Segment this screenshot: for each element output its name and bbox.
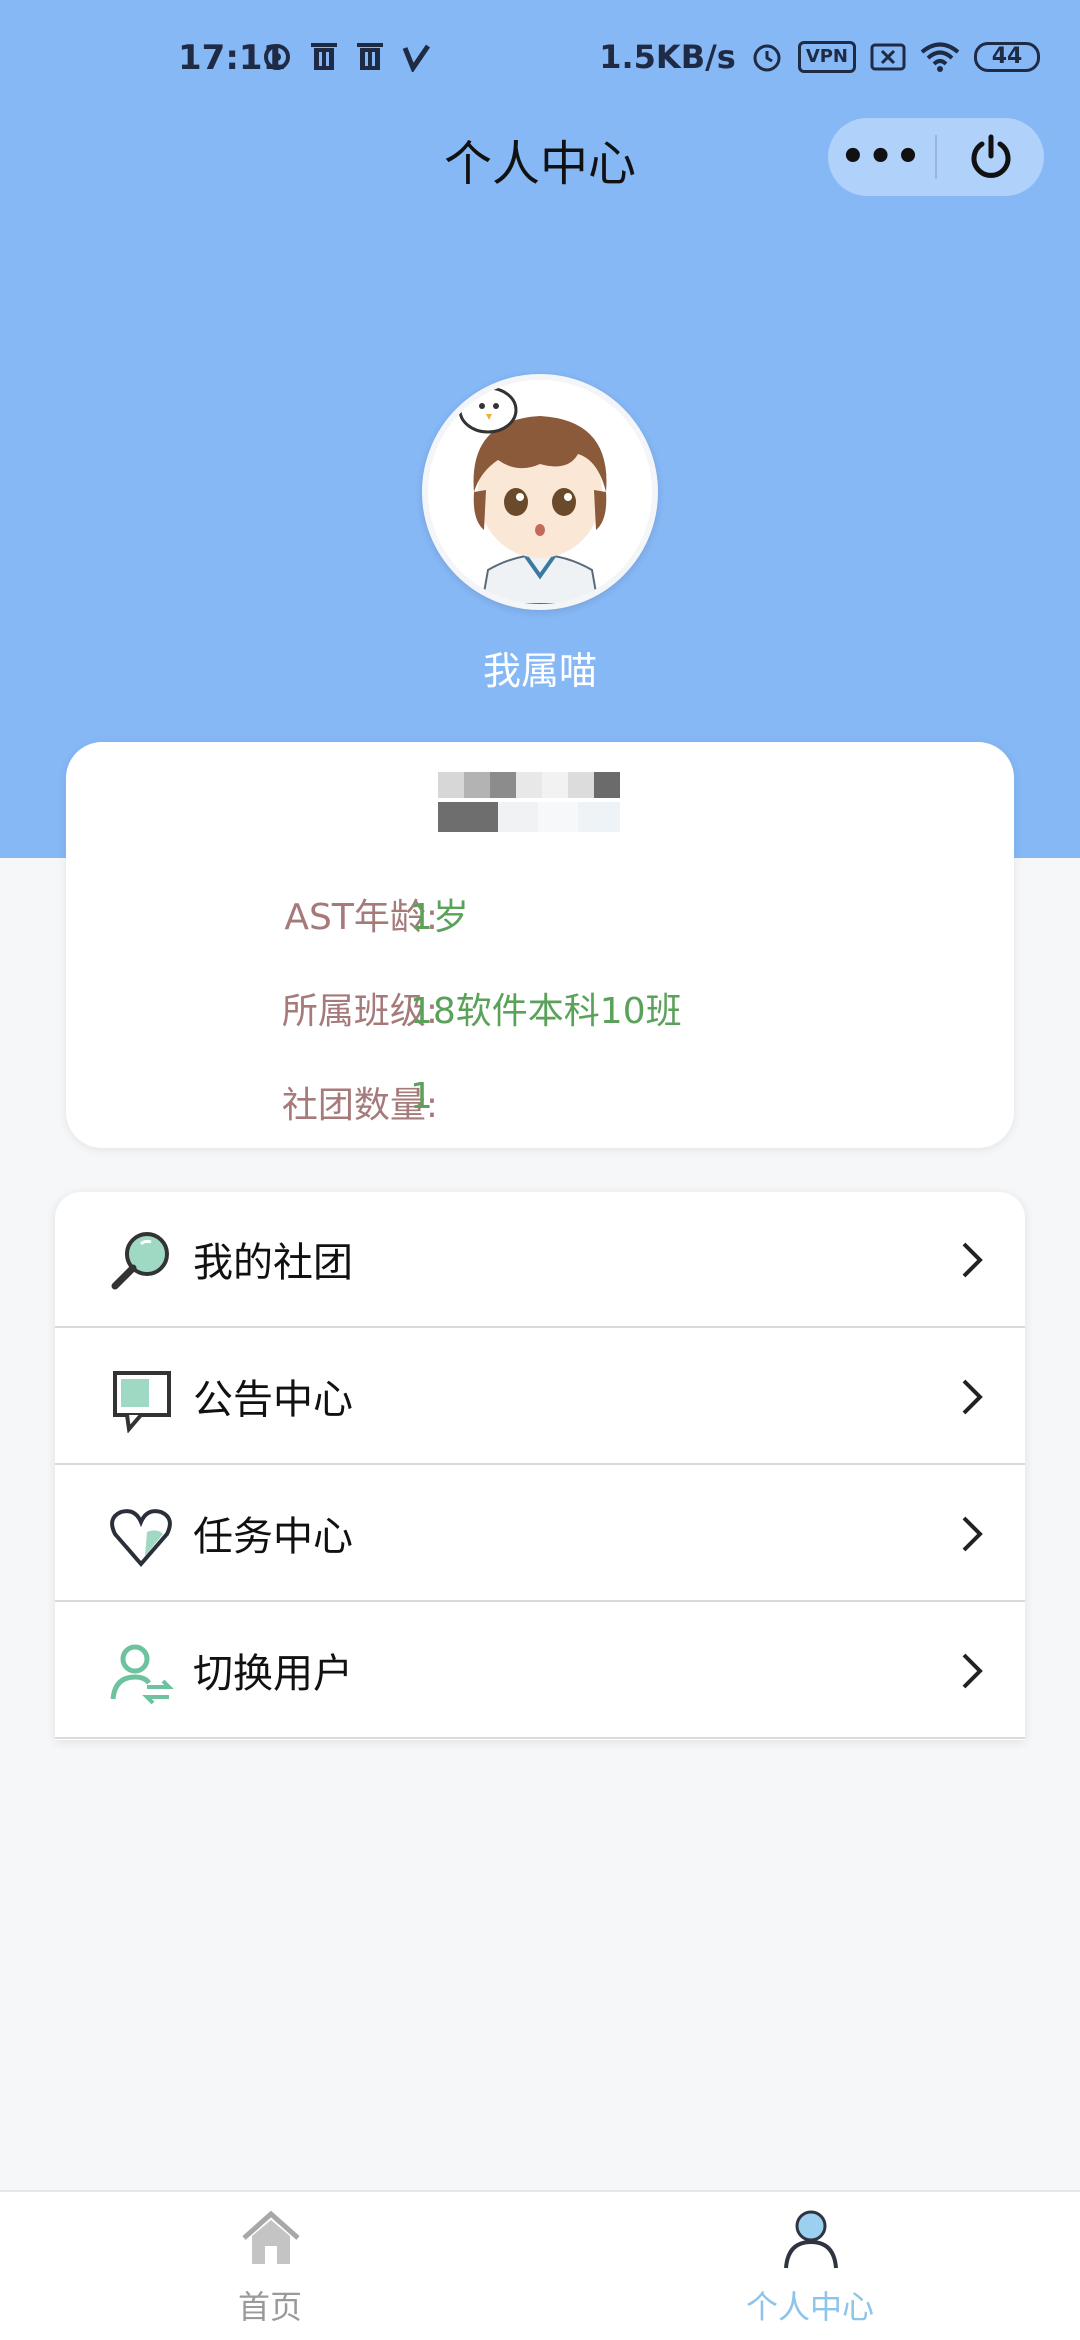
menu-item-label: 我的社团 xyxy=(193,1240,353,1286)
trash-icon xyxy=(311,43,337,70)
chevron-right-icon xyxy=(962,1242,983,1278)
sync-icon xyxy=(264,44,290,70)
trash-icon xyxy=(357,43,383,70)
vpn-icon: VPN xyxy=(797,41,856,73)
menu-item-tasks[interactable]: 任务中心 xyxy=(55,1466,1025,1602)
menu-item-label: 切换用户 xyxy=(193,1651,353,1697)
menu-item-label: 任务中心 xyxy=(193,1514,353,1560)
user-icon xyxy=(784,2210,838,2269)
avatar[interactable] xyxy=(422,374,658,610)
tab-bar: 首页 个人中心 xyxy=(0,2190,1080,2340)
mini-program-capsule: ••• xyxy=(828,118,1044,196)
v-check-icon xyxy=(402,44,430,72)
status-right-icons: 1.5KB/s VPN 44 xyxy=(599,38,1040,76)
menu-list: 我的社团 公告中心 任务中心 切换用户 xyxy=(55,1192,1025,1740)
switch-user-icon xyxy=(110,1644,174,1705)
info-value: 1 xyxy=(410,1076,433,1117)
tab-profile[interactable]: 个人中心 xyxy=(540,2192,1080,2340)
info-value: 18软件本科10班 xyxy=(410,991,682,1032)
close-button[interactable] xyxy=(937,132,1044,182)
status-bar: 17:11 1.5KB/s VPN 44 xyxy=(0,0,1080,118)
chevron-right-icon xyxy=(962,1379,983,1415)
more-dots-icon[interactable]: ••• xyxy=(828,134,935,180)
status-left-icons xyxy=(262,40,430,72)
menu-item-my-clubs[interactable]: 我的社团 xyxy=(55,1192,1025,1328)
tab-label: 首页 xyxy=(237,2288,302,2326)
message-board-icon xyxy=(113,1371,171,1433)
info-card: AST年龄: 1岁 所属班级: 18软件本科10班 社团数量: 1 xyxy=(66,742,1014,1148)
network-speed: 1.5KB/s xyxy=(599,38,736,76)
wifi-icon xyxy=(920,42,960,72)
info-row-club-count: 社团数量: 1 xyxy=(66,1076,1014,1136)
anime-avatar-image xyxy=(428,380,652,604)
chevron-right-icon xyxy=(962,1653,983,1689)
info-row-class: 所属班级: 18软件本科10班 xyxy=(66,982,1014,1042)
battery-icon: 44 xyxy=(974,42,1040,72)
tab-home[interactable]: 首页 xyxy=(0,2192,540,2340)
menu-item-announcements[interactable]: 公告中心 xyxy=(55,1329,1025,1465)
menu-item-switch-user[interactable]: 切换用户 xyxy=(55,1603,1025,1739)
magnifier-icon xyxy=(111,1232,169,1290)
heart-icon xyxy=(110,1509,172,1568)
power-icon xyxy=(971,134,1010,178)
tab-label: 个人中心 xyxy=(745,2288,874,2326)
alarm-icon xyxy=(753,44,781,72)
username: 我属喵 xyxy=(482,649,597,693)
mosaic-redaction xyxy=(438,772,646,834)
info-value: 1岁 xyxy=(410,897,469,938)
info-row-age: AST年龄: 1岁 xyxy=(66,888,1014,948)
menu-item-label: 公告中心 xyxy=(193,1377,353,1423)
sim-off-icon xyxy=(870,43,906,71)
chevron-right-icon xyxy=(962,1516,983,1552)
home-icon xyxy=(242,2210,300,2264)
